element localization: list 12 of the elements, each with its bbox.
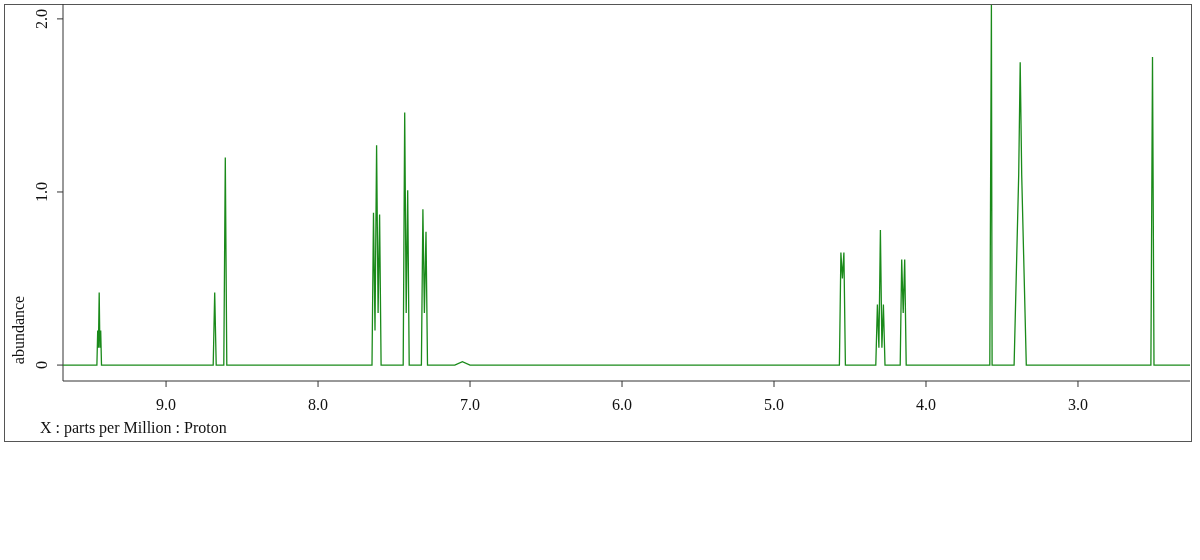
y-tick-label: 1.0 bbox=[33, 182, 50, 202]
y-tick-label: 2.0 bbox=[33, 8, 50, 29]
x-tick-label: 8.0 bbox=[308, 396, 329, 413]
x-tick-label: 3.0 bbox=[1068, 396, 1088, 413]
x-tick-label: 6.0 bbox=[612, 396, 632, 413]
y-tick-label: 0 bbox=[33, 361, 50, 370]
x-tick-label: 9.0 bbox=[156, 396, 177, 413]
y-axis-title: abundance bbox=[10, 295, 27, 365]
x-tick-label: 4.0 bbox=[916, 396, 936, 413]
x-tick-label: 7.0 bbox=[460, 396, 481, 413]
x-tick-label: 5.0 bbox=[764, 396, 784, 413]
x-axis-title: X : parts per Million : Proton bbox=[40, 419, 227, 436]
